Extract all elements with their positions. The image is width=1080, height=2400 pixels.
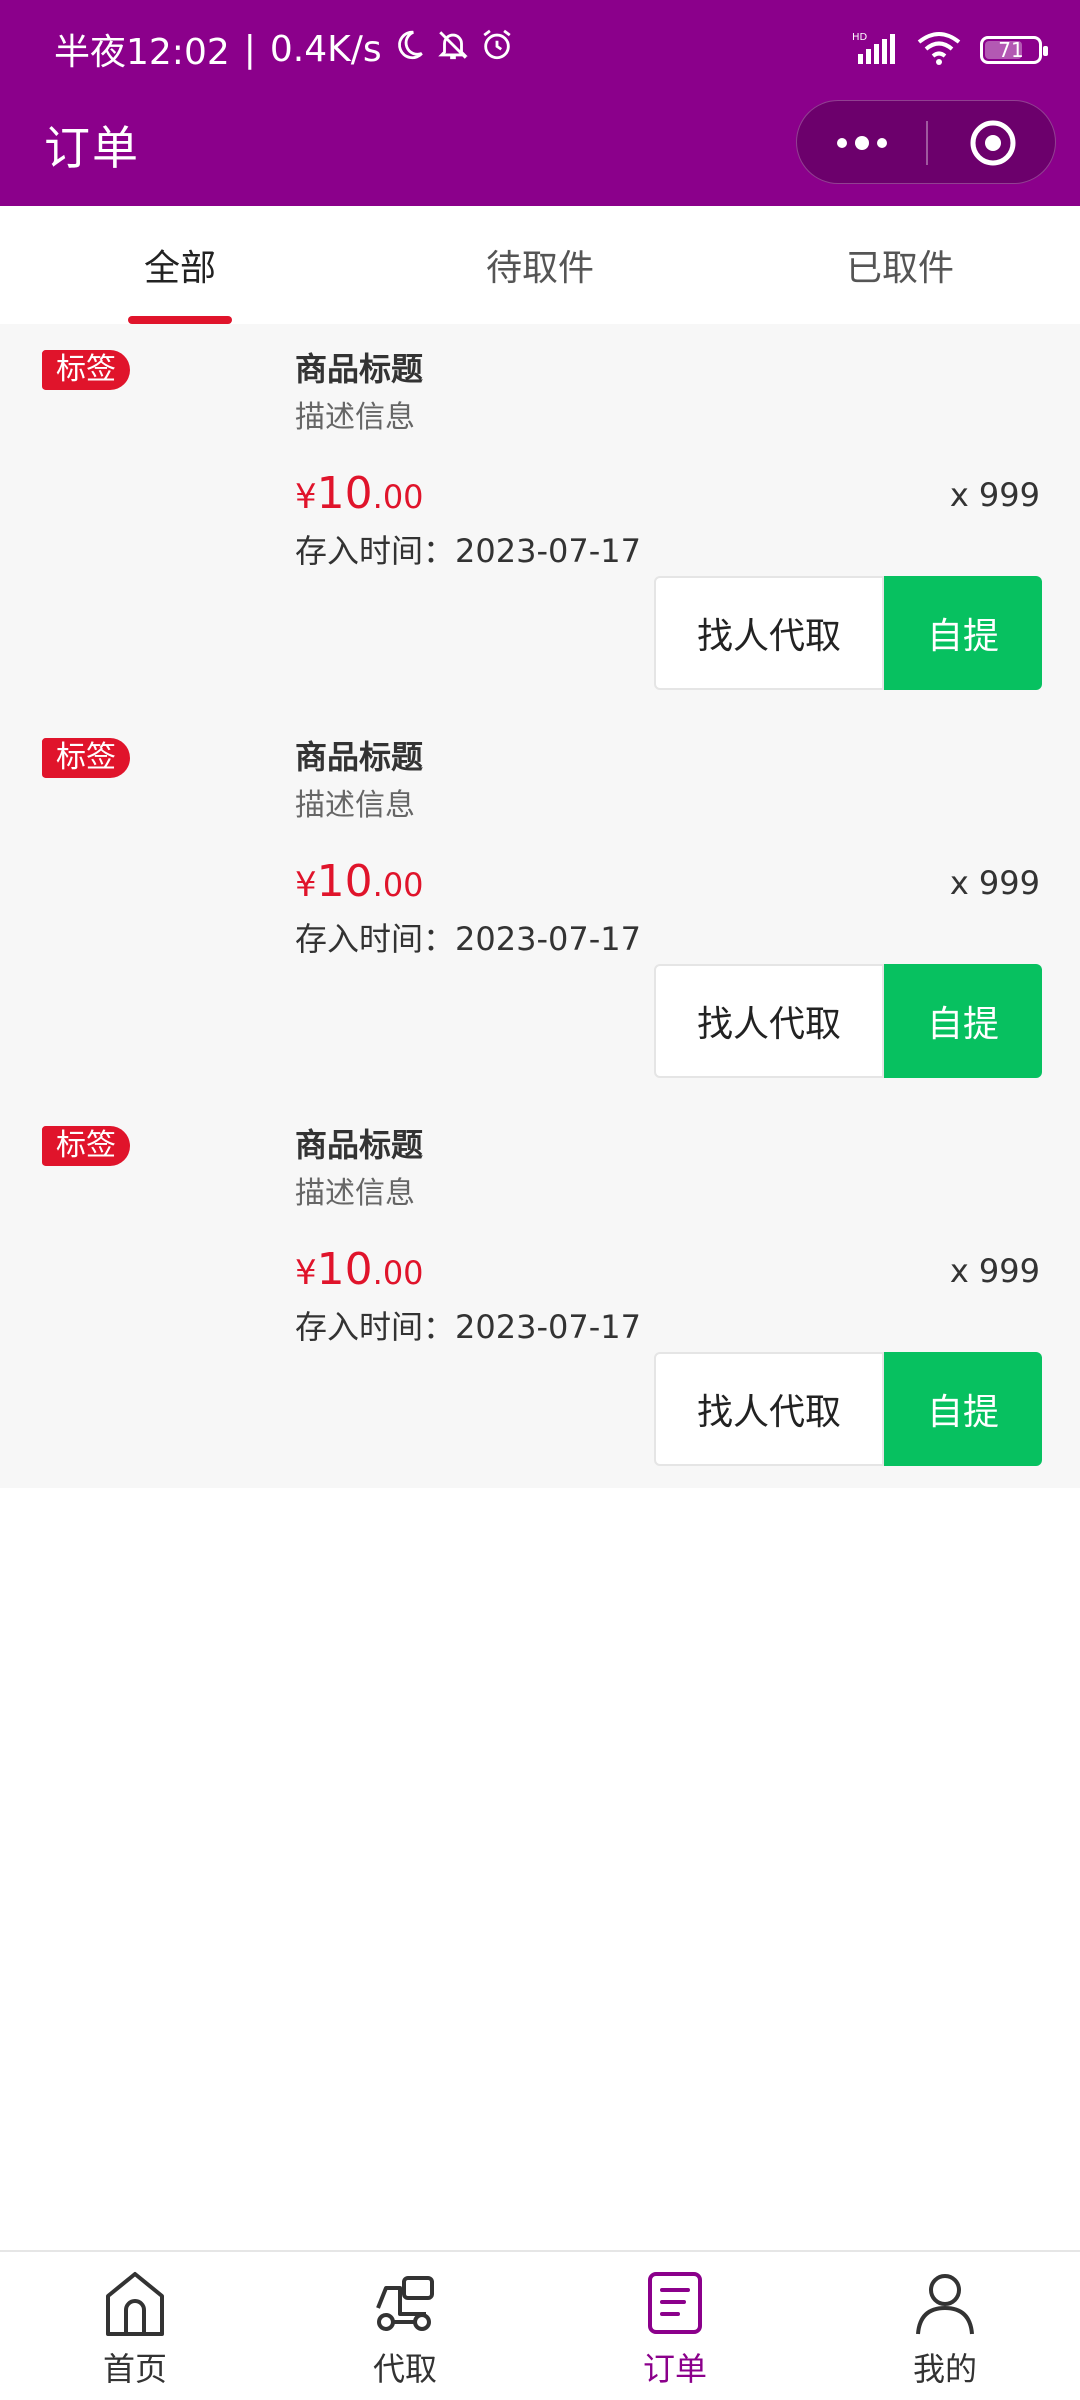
product-quantity: x 999 <box>949 476 1040 514</box>
storage-date: 存入时间：2023-07-17 <box>295 532 641 570</box>
status-right: HD 71 <box>852 28 1048 72</box>
header: 半夜12:02 | 0.4K/s HD 71 订单 <box>0 0 1080 206</box>
price-integer: 10 <box>316 468 373 519</box>
order-tag: 标签 <box>42 1126 130 1166</box>
tab-label: 全部 <box>143 248 216 289</box>
tabbar-label: 首页 <box>102 2350 167 2388</box>
self-pickup-button[interactable]: 自提 <box>884 964 1042 1078</box>
storage-date: 存入时间：2023-07-17 <box>295 920 641 958</box>
self-pickup-button[interactable]: 自提 <box>884 576 1042 690</box>
order-list: 标签 商品标题 描述信息 ¥10.00 x 999 存入时间：2023-07-1… <box>0 324 1080 1488</box>
price-decimal: .00 <box>372 866 424 904</box>
bottom-tab-bar: 首页 代取 订单 我的 <box>0 2250 1080 2400</box>
product-price: ¥10.00 <box>295 1244 424 1295</box>
product-price: ¥10.00 <box>295 468 424 519</box>
tabbar-item-orders[interactable]: 订单 <box>540 2252 810 2400</box>
find-pickup-button[interactable]: 找人代取 <box>654 576 884 690</box>
product-description: 描述信息 <box>295 400 415 435</box>
price-currency: ¥ <box>295 477 317 517</box>
close-button[interactable] <box>928 101 1057 185</box>
more-button[interactable] <box>797 101 926 185</box>
order-card: 标签 商品标题 描述信息 ¥10.00 x 999 存入时间：2023-07-1… <box>0 712 1080 1100</box>
target-close-icon <box>970 120 1015 166</box>
more-dot-icon <box>854 136 869 150</box>
battery-level: 71 <box>998 38 1024 62</box>
battery-icon: 71 <box>980 36 1048 64</box>
tabbar-label: 订单 <box>642 2350 707 2388</box>
tabbar-label: 代取 <box>372 2350 437 2388</box>
price-currency: ¥ <box>295 1253 317 1293</box>
network-badge: HD <box>852 32 868 43</box>
signal-icon: HD <box>852 30 898 70</box>
order-list-icon <box>648 2272 702 2334</box>
tab-active-indicator <box>128 316 232 324</box>
tab-pending-pickup[interactable]: 待取件 <box>360 206 720 324</box>
order-card: 标签 商品标题 描述信息 ¥10.00 x 999 存入时间：2023-07-1… <box>0 1100 1080 1488</box>
mini-program-capsule <box>796 100 1056 184</box>
order-card: 标签 商品标题 描述信息 ¥10.00 x 999 存入时间：2023-07-1… <box>0 324 1080 712</box>
status-left: 半夜12:02 | 0.4K/s <box>54 24 514 74</box>
more-dot-icon <box>836 138 847 148</box>
home-icon <box>106 2272 164 2336</box>
product-title: 商品标题 <box>295 1126 424 1164</box>
tab-label: 待取件 <box>485 248 594 289</box>
page-title: 订单 <box>44 121 140 175</box>
tab-label: 已取件 <box>845 248 954 289</box>
user-icon <box>916 2274 974 2335</box>
tabbar-item-home[interactable]: 首页 <box>0 2252 270 2400</box>
price-integer: 10 <box>316 856 373 907</box>
tabbar-item-pickup[interactable]: 代取 <box>270 2252 540 2400</box>
network-speed: 0.4K/s <box>269 28 382 70</box>
status-bar: 半夜12:02 | 0.4K/s HD 71 <box>0 0 1080 98</box>
delivery-cart-icon <box>376 2276 434 2331</box>
product-quantity: x 999 <box>949 864 1040 902</box>
product-description: 描述信息 <box>295 1176 415 1211</box>
price-decimal: .00 <box>372 1254 424 1292</box>
product-title: 商品标题 <box>295 738 424 776</box>
status-time: 半夜12:02 <box>54 32 230 73</box>
more-dot-icon <box>876 138 887 148</box>
product-title: 商品标题 <box>295 350 424 388</box>
tab-picked-up[interactable]: 已取件 <box>720 206 1080 324</box>
self-pickup-button[interactable]: 自提 <box>884 1352 1042 1466</box>
status-separator: | <box>243 28 256 70</box>
tab-all[interactable]: 全部 <box>0 206 360 324</box>
tabbar-label: 我的 <box>912 2350 977 2388</box>
product-quantity: x 999 <box>949 1252 1040 1290</box>
find-pickup-button[interactable]: 找人代取 <box>654 964 884 1078</box>
tabbar-item-mine[interactable]: 我的 <box>810 2252 1080 2400</box>
moon-icon <box>392 28 426 71</box>
find-pickup-button[interactable]: 找人代取 <box>654 1352 884 1466</box>
bell-off-icon <box>436 28 470 71</box>
price-currency: ¥ <box>295 865 317 905</box>
price-integer: 10 <box>316 1244 373 1295</box>
price-decimal: .00 <box>372 478 424 516</box>
product-description: 描述信息 <box>295 788 415 823</box>
order-tag: 标签 <box>42 738 130 778</box>
order-tag: 标签 <box>42 350 130 390</box>
alarm-icon <box>480 28 514 71</box>
wifi-icon <box>916 30 962 70</box>
storage-date: 存入时间：2023-07-17 <box>295 1308 641 1346</box>
order-tabs: 全部 待取件 已取件 <box>0 206 1080 324</box>
product-price: ¥10.00 <box>295 856 424 907</box>
